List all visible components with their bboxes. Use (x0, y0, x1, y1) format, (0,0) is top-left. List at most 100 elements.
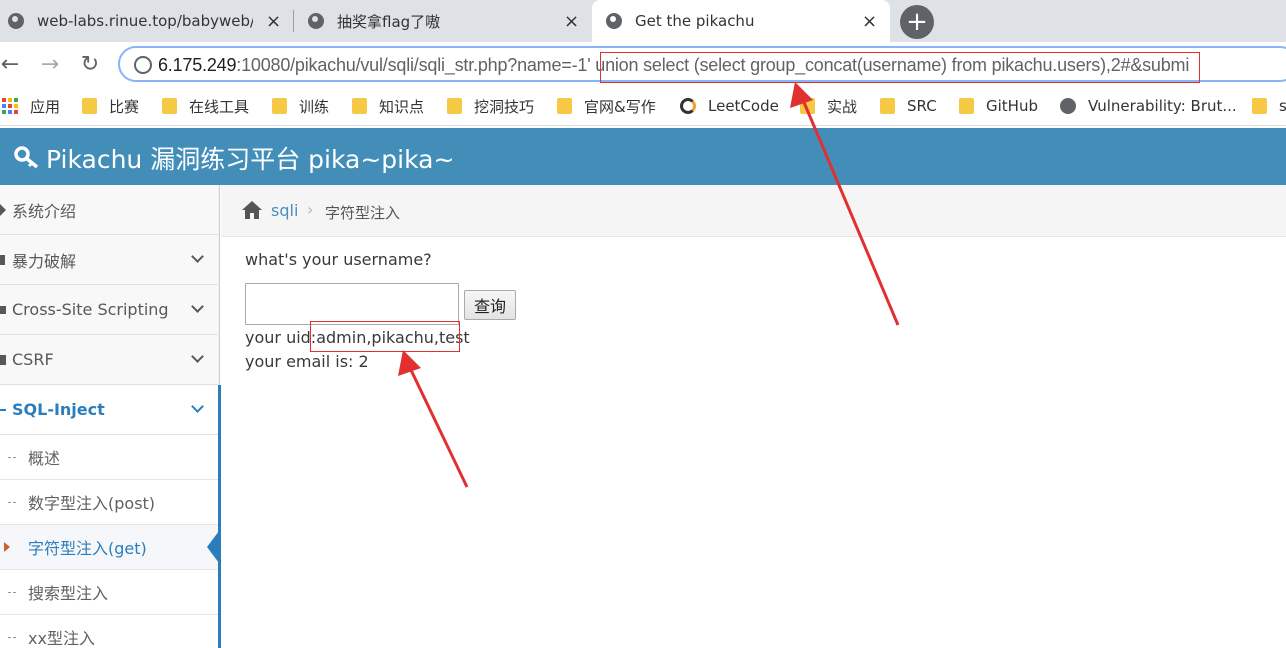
close-tab-icon[interactable]: × (564, 11, 579, 32)
folder-icon (800, 98, 815, 114)
refresh-icon (0, 354, 6, 365)
bookmark-label: GitHub (986, 97, 1038, 115)
url-host: 6.175.249 (158, 55, 237, 75)
sidebar-item-csrf[interactable]: CSRF (0, 335, 218, 385)
breadcrumb: sqli › 字符型注入 (221, 185, 1286, 237)
globe-icon (1060, 98, 1076, 114)
bookmark-label: LeetCode (708, 97, 779, 115)
folder-icon (557, 98, 572, 114)
tab-separator (293, 10, 294, 32)
dash-icon (0, 408, 6, 411)
username-input[interactable] (245, 283, 459, 325)
sidebar-subitem-search[interactable]: 搜索型注入 (0, 570, 218, 615)
folder-icon (959, 98, 974, 114)
arrow-line-uid (409, 369, 469, 488)
bookmark-folder[interactable]: s (1252, 86, 1286, 126)
sidebar-subitem-label: 概述 (28, 449, 61, 468)
bookmark-label: 实战 (827, 97, 858, 116)
bookmark-folder[interactable]: 挖洞技巧 (447, 86, 534, 126)
bookmark-label: 应用 (30, 97, 61, 116)
bookmark-folder[interactable]: 比赛 (82, 86, 139, 126)
folder-icon (880, 98, 895, 114)
bookmark-folder[interactable]: 训练 (272, 86, 329, 126)
reload-icon[interactable]: ↻ (74, 48, 106, 80)
query-button[interactable]: 查询 (464, 290, 516, 320)
folder-icon (82, 98, 97, 114)
tree-dash (8, 456, 16, 458)
uid-highlight-box (310, 321, 460, 352)
tree-dash (8, 501, 16, 503)
sidebar-subitem-string-get[interactable]: 字符型注入(get) (0, 525, 219, 570)
diamond-icon (0, 203, 6, 216)
bookmark-label: 官网&写作 (584, 97, 656, 116)
back-arrow-icon[interactable]: ← (0, 48, 26, 80)
app-header: Pikachu 漏洞练习平台 pika~pika~ (0, 128, 1286, 185)
tab-web-labs[interactable]: web-labs.rinue.top/babyweb/i × (0, 0, 292, 42)
site-info-icon[interactable] (134, 56, 152, 74)
folder-icon (272, 98, 287, 114)
sidebar-item-label: Cross-Site Scripting (12, 300, 169, 319)
tree-dash (8, 591, 16, 593)
bookmark-folder[interactable]: 官网&写作 (557, 86, 656, 126)
folder-icon (352, 98, 367, 114)
forward-arrow-icon[interactable]: → (34, 48, 66, 80)
key-icon (14, 146, 39, 169)
bookmarks-bar: 应用 比赛 在线工具 训练 知识点 挖洞技巧 官网&写作 LeetCode 实战… (0, 86, 1286, 126)
globe-icon (606, 13, 622, 29)
sidebar-item-xss[interactable]: Cross-Site Scripting (0, 285, 218, 335)
arrow-head-uid (398, 350, 421, 376)
bookmark-folder[interactable]: 在线工具 (162, 86, 249, 126)
bookmark-folder[interactable]: 知识点 (352, 86, 424, 126)
apps-grid-icon (2, 98, 18, 114)
leetcode-icon (680, 98, 696, 114)
tab-title: web-labs.rinue.top/babyweb/i (37, 12, 253, 30)
sidebar-subitem-xx[interactable]: xx型注入 (0, 615, 218, 648)
sidebar-subitem-overview[interactable]: 概述 (0, 435, 218, 480)
email-result: your email is: 2 (245, 352, 369, 371)
sidebar-item-intro[interactable]: 系统介绍 (0, 185, 218, 235)
app-title[interactable]: Pikachu 漏洞练习平台 pika~pika~ (46, 140, 454, 176)
bookmark-label: Vulnerability: Brut... (1088, 97, 1237, 115)
bookmark-label: 训练 (299, 97, 330, 116)
bookmark-label: s (1279, 97, 1286, 115)
tab-title: Get the pikachu (635, 12, 755, 30)
sidebar-item-sql-inject[interactable]: SQL-Inject (0, 385, 218, 435)
username-question: what's your username? (245, 250, 432, 269)
sidebar-subitem-numeric-post[interactable]: 数字型注入(post) (0, 480, 218, 525)
home-icon[interactable] (241, 200, 263, 220)
folder-icon (1252, 98, 1267, 114)
list-icon (0, 305, 6, 314)
sidebar-subitem-label: xx型注入 (28, 629, 95, 648)
bookmark-dvwa[interactable]: Vulnerability: Brut... (1060, 86, 1237, 126)
sidebar-item-brute-force[interactable]: 暴力破解 (0, 235, 218, 285)
sidebar-subitem-label: 数字型注入(post) (28, 494, 156, 513)
bookmark-leetcode[interactable]: LeetCode (680, 86, 779, 126)
bookmark-folder[interactable]: GitHub (959, 86, 1038, 126)
bookmark-label: SRC (907, 97, 937, 115)
sidebar-active-rail (218, 385, 221, 648)
bookmark-label: 比赛 (109, 97, 140, 116)
tab-strip: web-labs.rinue.top/babyweb/i × 抽奖拿flag了嗷… (0, 0, 1286, 42)
uid-prefix: your uid: (245, 328, 317, 347)
folder-icon (447, 98, 462, 114)
close-tab-icon[interactable]: × (266, 11, 281, 32)
chevron-down-icon (191, 300, 204, 313)
chevron-down-icon (191, 350, 204, 363)
tab-get-the-pikachu[interactable]: Get the pikachu × (592, 0, 890, 42)
url-path: :10080/pikachu/vul/sqli/sqli_str.php?nam… (236, 55, 572, 75)
bookmark-folder[interactable]: SRC (880, 86, 937, 126)
sidebar-item-label: CSRF (12, 350, 54, 369)
payload-highlight-box (600, 52, 1200, 83)
breadcrumb-current: 字符型注入 (325, 204, 401, 222)
close-tab-icon[interactable]: × (862, 11, 877, 32)
chevron-down-icon (191, 250, 204, 263)
tab-lottery[interactable]: 抽奖拿flag了嗷 × (298, 0, 590, 42)
caret-right-icon (4, 542, 10, 552)
new-tab-button[interactable]: + (900, 5, 934, 39)
sidebar-item-label: 暴力破解 (12, 251, 77, 271)
bookmark-folder[interactable]: 实战 (800, 86, 857, 126)
breadcrumb-separator: › (307, 200, 314, 219)
sidebar-subitem-label: 字符型注入(get) (28, 539, 147, 558)
bookmark-apps[interactable]: 应用 (2, 86, 60, 126)
breadcrumb-link-sqli[interactable]: sqli (271, 201, 298, 220)
